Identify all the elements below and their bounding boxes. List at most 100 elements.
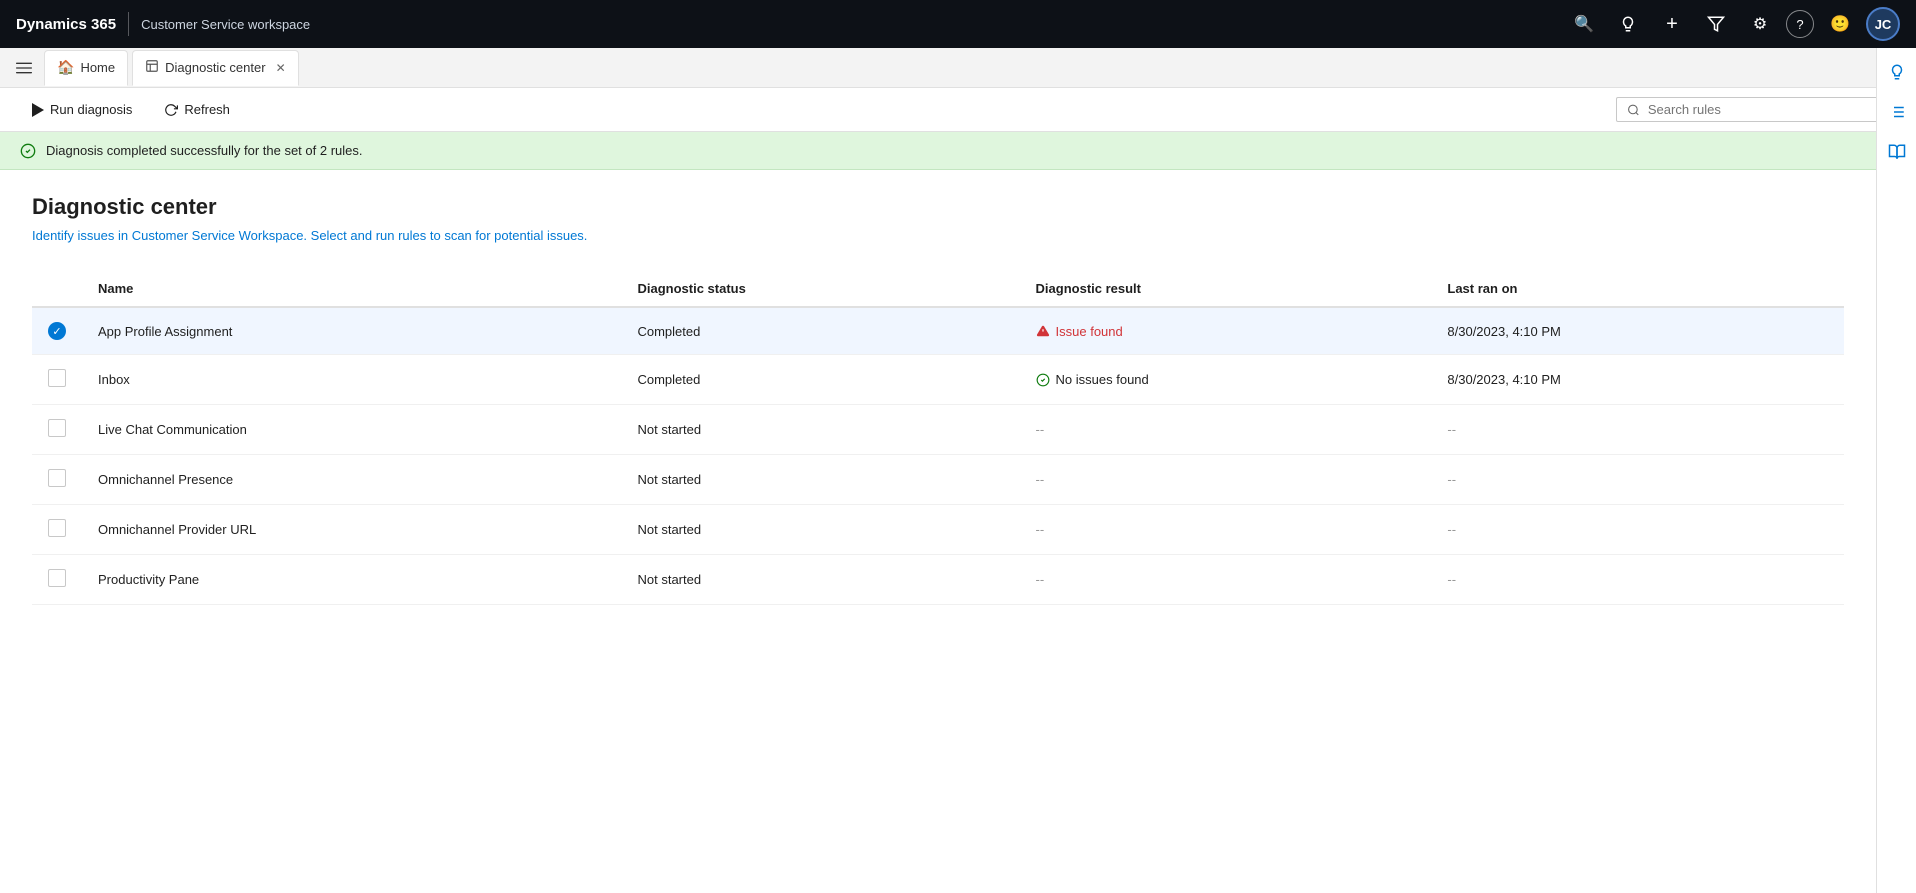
row-name: Inbox: [82, 355, 621, 405]
diagnostic-table: Name Diagnostic status Diagnostic result…: [32, 271, 1844, 605]
row-result: --: [1020, 505, 1432, 555]
row-status: Completed: [621, 355, 1019, 405]
diagnostic-tab-icon: [145, 59, 159, 76]
run-diagnosis-label: Run diagnosis: [50, 102, 132, 117]
top-nav-bar: Dynamics 365 Customer Service workspace …: [0, 0, 1916, 48]
page-title: Diagnostic center: [32, 194, 1844, 220]
add-nav-button[interactable]: +: [1654, 6, 1690, 42]
main-content: Diagnostic center Identify issues in Cus…: [0, 170, 1876, 629]
app-subtitle: Customer Service workspace: [141, 17, 310, 32]
search-box[interactable]: [1616, 97, 1896, 122]
row-result: --: [1020, 405, 1432, 455]
banner-message: Diagnosis completed successfully for the…: [46, 143, 362, 158]
table-row[interactable]: ✓ App Profile AssignmentCompleted Issue f…: [32, 307, 1844, 355]
row-name: Productivity Pane: [82, 555, 621, 605]
checkbox-unchecked: [48, 469, 66, 487]
success-banner: Diagnosis completed successfully for the…: [0, 132, 1916, 170]
dash-placeholder: --: [1036, 422, 1045, 437]
page-description: Identify issues in Customer Service Work…: [32, 228, 1844, 243]
refresh-button[interactable]: Refresh: [152, 96, 242, 123]
row-name: Omnichannel Presence: [82, 455, 621, 505]
search-nav-button[interactable]: 🔍: [1566, 6, 1602, 42]
run-diagnosis-button[interactable]: Run diagnosis: [20, 96, 144, 123]
home-tab-icon: 🏠: [57, 59, 74, 76]
checkbox-unchecked: [48, 519, 66, 537]
row-status: Not started: [621, 505, 1019, 555]
refresh-label: Refresh: [184, 102, 230, 117]
nav-icons: 🔍 + ⚙ ? 🙂 JC: [1566, 6, 1900, 42]
row-last-ran: 8/30/2023, 4:10 PM: [1431, 307, 1844, 355]
diagnostic-tab-label: Diagnostic center: [165, 60, 265, 75]
tab-bar: 🏠 Home Diagnostic center ✕: [0, 48, 1916, 88]
dash-placeholder: --: [1036, 472, 1045, 487]
issue-found-link[interactable]: Issue found: [1036, 324, 1416, 339]
checkbox-unchecked: [48, 569, 66, 587]
row-name: App Profile Assignment: [82, 307, 621, 355]
checkbox-unchecked: [48, 369, 66, 387]
row-checkbox[interactable]: ✓: [32, 307, 82, 355]
table-header-row: Name Diagnostic status Diagnostic result…: [32, 271, 1844, 307]
tab-diagnostic-center[interactable]: Diagnostic center ✕: [132, 50, 299, 86]
row-last-ran: 8/30/2023, 4:10 PM: [1431, 355, 1844, 405]
row-result[interactable]: Issue found: [1020, 307, 1432, 355]
hamburger-menu[interactable]: [8, 52, 40, 84]
right-sidebar: [1876, 48, 1916, 893]
search-icon: [1627, 103, 1640, 117]
row-result: --: [1020, 455, 1432, 505]
row-status: Not started: [621, 555, 1019, 605]
refresh-icon: [164, 103, 178, 117]
checkbox-unchecked: [48, 419, 66, 437]
table-row[interactable]: Omnichannel Provider URLNot started -- --: [32, 505, 1844, 555]
table-row[interactable]: InboxCompleted No issues found 8/30/2023…: [32, 355, 1844, 405]
no-issues-text: No issues found: [1036, 372, 1416, 387]
ok-icon: [1036, 373, 1050, 387]
row-checkbox[interactable]: [32, 455, 82, 505]
table-row[interactable]: Productivity PaneNot started -- --: [32, 555, 1844, 605]
col-header-name: Name: [82, 271, 621, 307]
col-header-status: Diagnostic status: [621, 271, 1019, 307]
tab-home[interactable]: 🏠 Home: [44, 50, 128, 86]
warning-icon: [1036, 324, 1050, 338]
nav-divider: [128, 12, 129, 36]
diagnostic-tab-close[interactable]: ✕: [276, 61, 286, 75]
row-last-ran: --: [1431, 405, 1844, 455]
row-checkbox[interactable]: [32, 555, 82, 605]
row-result: --: [1020, 555, 1432, 605]
checkbox-checked-icon: ✓: [48, 322, 66, 340]
row-checkbox[interactable]: [32, 405, 82, 455]
row-name: Omnichannel Provider URL: [82, 505, 621, 555]
row-last-ran: --: [1431, 555, 1844, 605]
row-name: Live Chat Communication: [82, 405, 621, 455]
row-result: No issues found: [1020, 355, 1432, 405]
row-last-ran: --: [1431, 505, 1844, 555]
col-header-result: Diagnostic result: [1020, 271, 1432, 307]
user-avatar[interactable]: JC: [1866, 7, 1900, 41]
sidebar-list-icon[interactable]: [1881, 96, 1913, 128]
toolbar: Run diagnosis Refresh: [0, 88, 1916, 132]
row-status: Not started: [621, 455, 1019, 505]
app-brand: Dynamics 365: [16, 16, 116, 33]
success-icon: [20, 143, 36, 159]
feedback-nav-button[interactable]: 🙂: [1822, 6, 1858, 42]
sidebar-book-icon[interactable]: [1881, 136, 1913, 168]
table-row[interactable]: Omnichannel PresenceNot started -- --: [32, 455, 1844, 505]
dash-placeholder: --: [1036, 572, 1045, 587]
table-row[interactable]: Live Chat CommunicationNot started -- --: [32, 405, 1844, 455]
row-status: Not started: [621, 405, 1019, 455]
settings-nav-button[interactable]: ⚙: [1742, 6, 1778, 42]
dash-placeholder: --: [1036, 522, 1045, 537]
help-nav-button[interactable]: ?: [1786, 10, 1814, 38]
col-header-last-ran: Last ran on: [1431, 271, 1844, 307]
row-status: Completed: [621, 307, 1019, 355]
lightbulb-nav-button[interactable]: [1610, 6, 1646, 42]
row-last-ran: --: [1431, 455, 1844, 505]
row-checkbox[interactable]: [32, 355, 82, 405]
search-rules-input[interactable]: [1648, 102, 1885, 117]
filter-nav-button[interactable]: [1698, 6, 1734, 42]
header-checkbox: [32, 271, 82, 307]
row-checkbox[interactable]: [32, 505, 82, 555]
play-icon: [32, 103, 44, 117]
brand-section: Dynamics 365 Customer Service workspace: [16, 12, 310, 36]
sidebar-bulb-icon[interactable]: [1881, 56, 1913, 88]
home-tab-label: Home: [80, 60, 115, 75]
